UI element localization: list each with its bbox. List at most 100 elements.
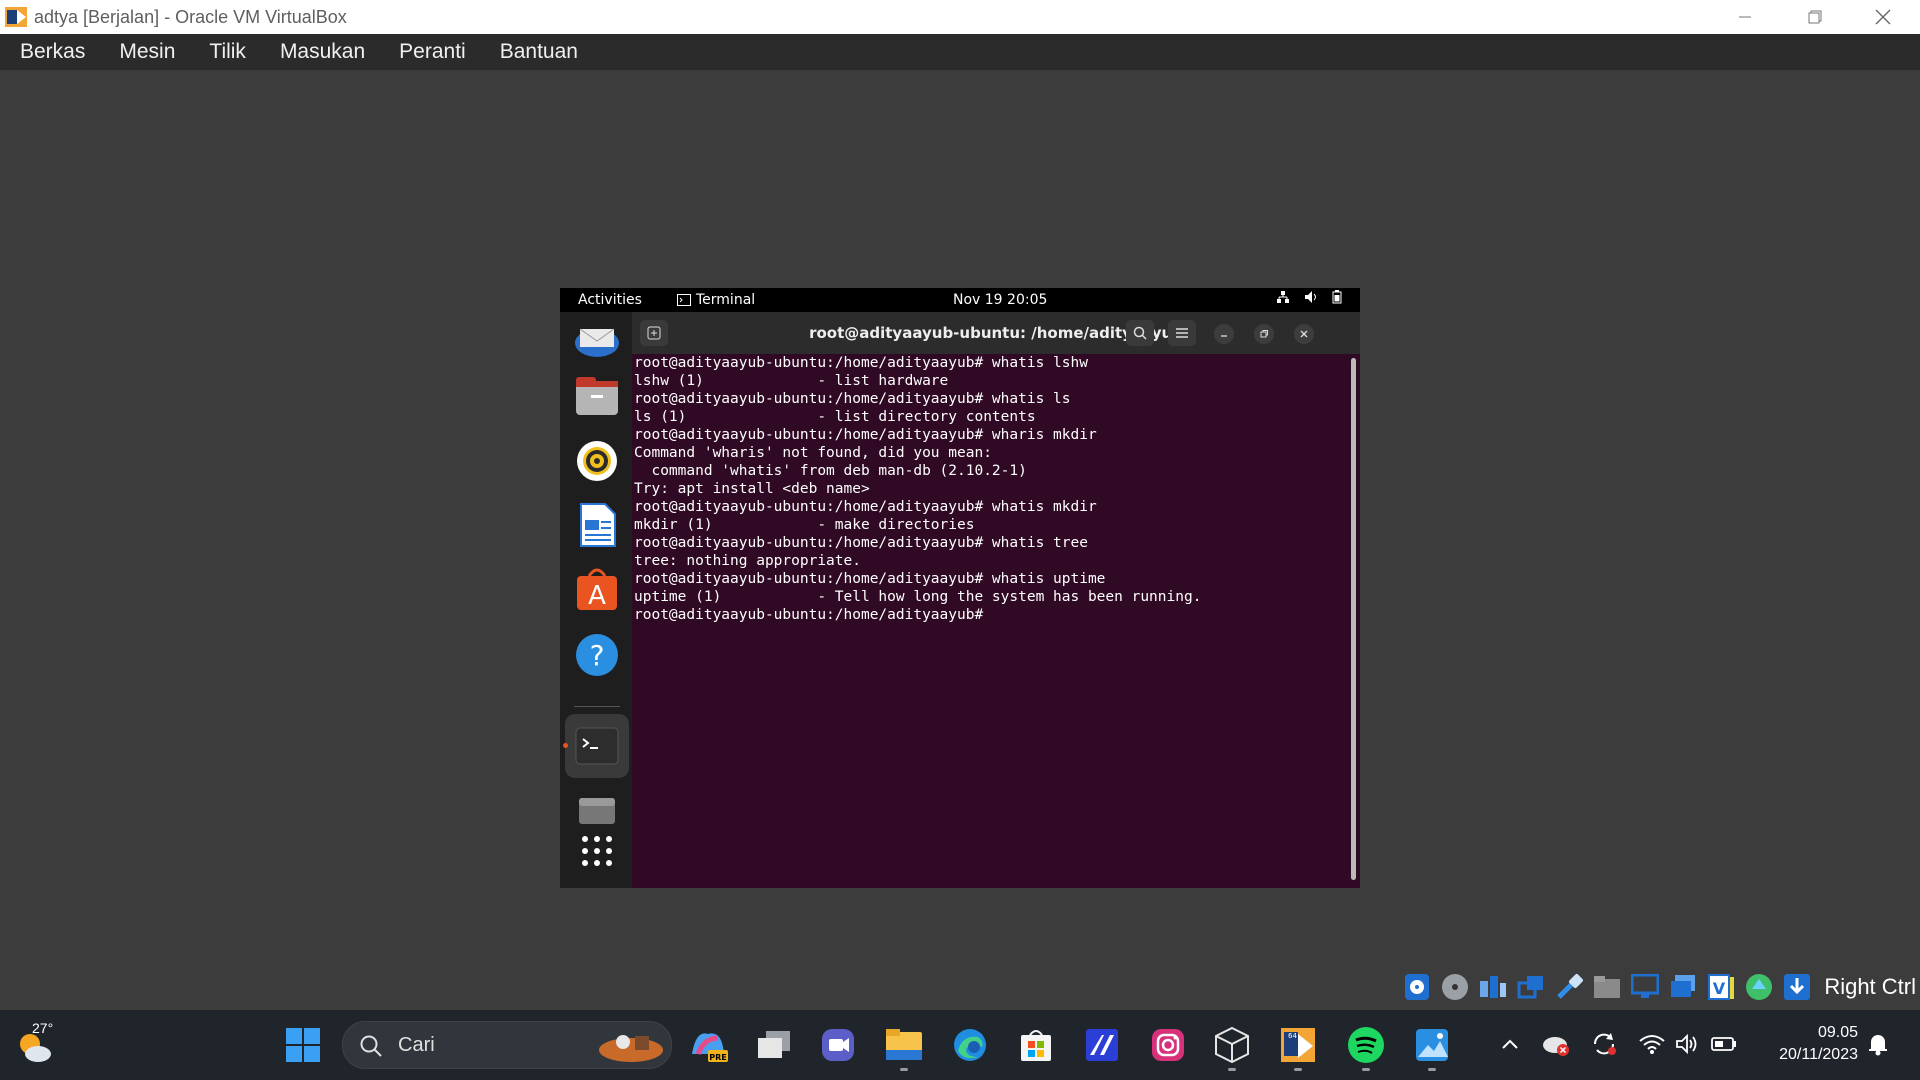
mouse-integration-icon[interactable]	[1744, 972, 1774, 1002]
battery-icon[interactable]	[1708, 1028, 1740, 1060]
wifi-icon[interactable]	[1636, 1028, 1668, 1060]
minimize-icon	[1739, 16, 1751, 18]
virtualbox-icon[interactable]	[1210, 1023, 1254, 1067]
search-icon	[360, 1035, 382, 1057]
terminal-title: root@adityaayub-ubuntu: /home/adityaayub	[809, 324, 1183, 342]
teams-icon[interactable]	[816, 1023, 860, 1067]
svg-text:?: ?	[590, 639, 605, 672]
terminal-scrollbar[interactable]	[1351, 358, 1356, 880]
writer-icon[interactable]	[574, 502, 620, 548]
shared-folder-icon[interactable]	[1592, 972, 1622, 1002]
copilot-icon[interactable]: PRE	[686, 1023, 730, 1067]
terminal-line: command 'whatis' from deb man-db (2.10.2…	[634, 463, 1027, 479]
help-icon[interactable]: ?	[574, 632, 620, 678]
files-icon[interactable]	[574, 374, 620, 420]
terminal-maximize-button[interactable]	[1254, 324, 1274, 344]
menu-bar: Berkas Mesin Tilik Masukan Peranti Bantu…	[0, 34, 1920, 70]
search-placeholder: Cari	[398, 1034, 435, 1056]
svg-text:A: A	[588, 581, 606, 611]
vt-x-icon[interactable]: V	[1706, 972, 1736, 1002]
network-wired-icon	[1277, 291, 1289, 303]
hdd-icon[interactable]	[1402, 972, 1432, 1002]
restore-icon	[1808, 10, 1822, 24]
terminal-line: root@adityaayub-ubuntu:/home/adityaayub#…	[634, 499, 1097, 515]
usb-icon[interactable]	[1554, 972, 1584, 1002]
sync-icon[interactable]	[1588, 1028, 1620, 1060]
app-menu-terminal[interactable]: Terminal	[677, 292, 755, 308]
svg-text:PRE: PRE	[709, 1053, 727, 1062]
running-indicator	[1362, 1068, 1370, 1071]
menu-peranti[interactable]: Peranti	[385, 40, 480, 64]
photos-icon[interactable]	[1410, 1023, 1454, 1067]
svg-text:V: V	[1713, 979, 1726, 998]
window-title: adtya [Berjalan] - Oracle VM VirtualBox	[34, 6, 347, 27]
terminal-line: root@adityaayub-ubuntu:/home/adityaayub#…	[634, 427, 1097, 443]
thunderbird-icon[interactable]	[574, 316, 620, 362]
clock-date: 20/11/2023	[1779, 1046, 1858, 1063]
download-icon[interactable]	[1782, 972, 1812, 1002]
terminal-line: lshw (1) - list hardware	[634, 373, 949, 389]
terminal-minimize-button[interactable]	[1214, 324, 1234, 344]
terminal-line: Command 'wharis' not found, did you mean…	[634, 445, 992, 461]
task-view-icon[interactable]	[752, 1023, 796, 1067]
terminal-menu-button[interactable]	[1168, 320, 1196, 346]
display-icon[interactable]	[1630, 972, 1660, 1002]
terminal-window[interactable]: root@adityaayub-ubuntu: /home/adityaayub	[632, 312, 1360, 888]
taskbar-clock[interactable]: 09.05 20/11/2023	[1779, 1022, 1858, 1066]
chevron-up-icon[interactable]	[1494, 1028, 1526, 1060]
menu-bantuan[interactable]: Bantuan	[486, 40, 592, 64]
running-indicator	[1428, 1068, 1436, 1071]
menu-masukan[interactable]: Masukan	[266, 40, 379, 64]
ubuntu-dock: A ?	[560, 312, 632, 888]
terminal-output[interactable]: root@adityaayub-ubuntu:/home/adityaayub#…	[632, 354, 1342, 888]
terminal-line: tree: nothing appropriate.	[634, 553, 861, 569]
search-icon	[1133, 326, 1147, 340]
start-icon[interactable]	[281, 1023, 325, 1067]
optical-icon[interactable]	[1440, 972, 1470, 1002]
instagram-icon[interactable]	[1146, 1023, 1190, 1067]
taskbar-search[interactable]: Cari	[342, 1021, 672, 1069]
close-button[interactable]	[1848, 0, 1918, 34]
network-icon[interactable]	[1516, 972, 1546, 1002]
volume-icon	[1305, 291, 1316, 303]
restore-button[interactable]	[1780, 0, 1850, 34]
apps-grid-icon[interactable]	[574, 828, 620, 874]
minimize-button[interactable]	[1710, 0, 1780, 34]
virtualbox-icon	[5, 7, 27, 27]
app-menu-label: Terminal	[696, 292, 756, 308]
volume-icon[interactable]	[1672, 1028, 1704, 1060]
running-indicator	[563, 743, 568, 748]
activities-button[interactable]: Activities	[578, 292, 642, 308]
vbox-vm-icon[interactable]: 64	[1276, 1023, 1320, 1067]
onedrive-error-icon[interactable]	[1540, 1028, 1572, 1060]
guest-screen[interactable]: Activities Terminal Nov 19 20:05 A ? roo…	[560, 288, 1360, 888]
terminal-search-button[interactable]	[1126, 320, 1154, 346]
terminal-icon[interactable]	[565, 714, 629, 778]
recording-icon[interactable]	[1668, 972, 1698, 1002]
spotify-icon[interactable]	[1344, 1023, 1388, 1067]
app-icon[interactable]	[1080, 1023, 1124, 1067]
terminal-line: mkdir (1) - make directories	[634, 517, 975, 533]
menu-tilik[interactable]: Tilik	[195, 40, 260, 64]
clock-time: 09.05	[1817, 1024, 1858, 1041]
terminal-line: Try: apt install <deb name>	[634, 481, 870, 497]
terminal-line: ls (1) - list directory contents	[634, 409, 1036, 425]
close-icon	[1875, 9, 1891, 25]
running-indicator	[1228, 1068, 1236, 1071]
windows-taskbar: 27° Cari PRE 64 09.05 20/11/2023	[0, 1010, 1920, 1080]
audio-icon[interactable]	[1478, 972, 1508, 1002]
gnome-top-bar: Activities Terminal Nov 19 20:05	[560, 288, 1360, 312]
menu-berkas[interactable]: Berkas	[6, 40, 99, 64]
notification-bell-icon[interactable]	[1862, 1028, 1894, 1060]
vm-display-area: Activities Terminal Nov 19 20:05 A ? roo…	[0, 70, 1920, 1010]
hamburger-icon	[1176, 328, 1188, 338]
edge-icon[interactable]	[948, 1023, 992, 1067]
store-icon[interactable]	[1014, 1023, 1058, 1067]
terminal-close-button[interactable]	[1294, 324, 1314, 344]
gnome-clock[interactable]: Nov 19 20:05	[953, 292, 1047, 308]
file-explorer-icon[interactable]	[882, 1023, 926, 1067]
rhythmbox-icon[interactable]	[574, 438, 620, 484]
system-tray[interactable]	[1276, 290, 1342, 304]
software-icon[interactable]: A	[574, 566, 620, 612]
menu-mesin[interactable]: Mesin	[105, 40, 189, 64]
